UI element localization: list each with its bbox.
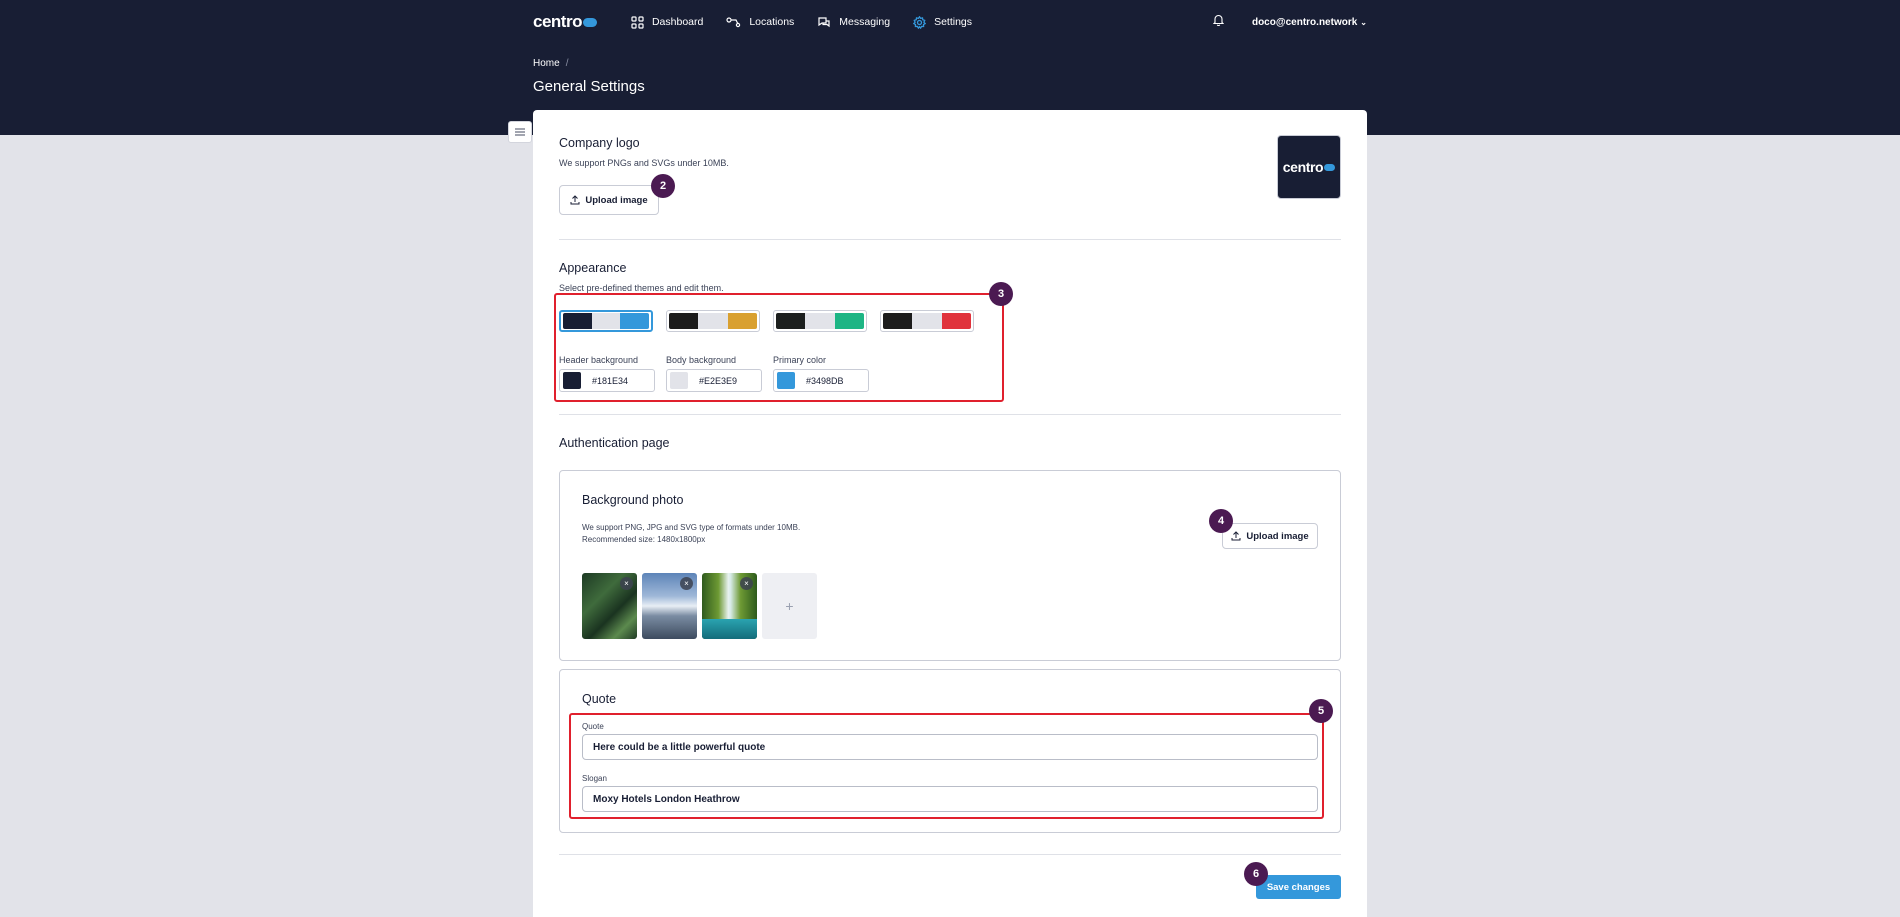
- theme-option-4[interactable]: [880, 310, 974, 332]
- logo-text: centro: [533, 12, 582, 31]
- color-chip[interactable]: [563, 372, 581, 389]
- remove-image-icon[interactable]: ×: [680, 577, 693, 590]
- nav-item-messaging[interactable]: Messaging: [817, 16, 890, 29]
- nav-label: Settings: [934, 16, 973, 28]
- nav-item-settings[interactable]: Settings: [913, 15, 973, 29]
- nav-right: doco@centro.network ⌄: [1212, 13, 1367, 31]
- theme-swatch: [620, 313, 650, 329]
- logo-pill-icon: [1324, 163, 1336, 171]
- annotation-badge: 5: [1309, 699, 1333, 723]
- theme-swatch: [834, 313, 864, 329]
- logo-pill-icon: [582, 17, 597, 27]
- color-chip[interactable]: [670, 372, 688, 389]
- dashboard-grid-icon: [631, 15, 644, 29]
- header-background-value: #181E34: [592, 375, 629, 386]
- background-photo-desc-line2: Recommended size: 1480x1800px: [582, 535, 706, 544]
- divider: [559, 239, 1341, 240]
- breadcrumb-separator: /: [565, 58, 569, 69]
- divider: [559, 854, 1341, 855]
- slogan-input[interactable]: Moxy Hotels London Heathrow: [582, 786, 1318, 812]
- breadcrumb-home[interactable]: Home: [533, 58, 560, 69]
- nav-label: Dashboard: [651, 16, 704, 28]
- theme-option-1[interactable]: [559, 310, 653, 332]
- top-nav: centro Dashboard Locations Messaging Set…: [533, 0, 1367, 44]
- company-logo-title: Company logo: [559, 136, 640, 150]
- breadcrumb: Home /: [533, 58, 568, 69]
- background-photo-desc-line1: We support PNG, JPG and SVG type of form…: [582, 523, 801, 532]
- theme-swatch: [698, 313, 728, 329]
- background-thumbnail-leaves[interactable]: ×: [582, 573, 637, 639]
- upload-background-label: Upload image: [1246, 530, 1309, 542]
- centro-logo[interactable]: centro: [533, 12, 597, 32]
- add-background-photo-button[interactable]: +: [762, 573, 817, 639]
- gear-icon: [913, 15, 927, 29]
- theme-swatch: [883, 313, 913, 329]
- appearance-description: Select pre-defined themes and edit them.: [559, 283, 724, 293]
- upload-logo-button[interactable]: Upload image: [559, 185, 659, 215]
- notifications-bell-icon[interactable]: [1212, 13, 1225, 31]
- background-photo-panel: Background photo We support PNG, JPG and…: [559, 470, 1341, 661]
- logo-preview-text: centro: [1282, 159, 1324, 175]
- remove-image-icon[interactable]: ×: [740, 577, 753, 590]
- remove-image-icon[interactable]: ×: [620, 577, 633, 590]
- chevron-down-icon: ⌄: [1360, 17, 1367, 27]
- nav-item-locations[interactable]: Locations: [726, 16, 794, 28]
- annotation-badge: 3: [989, 282, 1013, 306]
- divider: [559, 414, 1341, 415]
- primary-color-input[interactable]: #3498DB: [773, 369, 869, 392]
- plus-icon: +: [785, 598, 794, 614]
- company-logo-description: We support PNGs and SVGs under 10MB.: [559, 158, 729, 168]
- header-background-label: Header background: [559, 355, 639, 365]
- nav-label: Locations: [749, 16, 795, 28]
- upload-icon: [570, 195, 580, 205]
- quote-input[interactable]: Here could be a little powerful quote: [582, 734, 1318, 760]
- theme-swatch: [591, 313, 621, 329]
- messaging-icon: [818, 16, 830, 27]
- primary-color-label: Primary color: [773, 355, 827, 365]
- waterfall-pool: [702, 619, 757, 639]
- theme-option-3[interactable]: [773, 310, 867, 332]
- quote-panel: Quote Quote Here could be a little power…: [559, 669, 1341, 833]
- primary-color-value: #3498DB: [806, 375, 844, 386]
- theme-swatch: [805, 313, 835, 329]
- user-email: doco@centro.network: [1251, 16, 1358, 28]
- body-background-label: Body background: [666, 355, 737, 365]
- theme-swatch: [776, 313, 806, 329]
- authentication-page-title: Authentication page: [559, 436, 670, 450]
- theme-swatch: [941, 313, 971, 329]
- quote-field-label: Quote: [582, 722, 604, 731]
- save-changes-button[interactable]: Save changes: [1256, 875, 1341, 899]
- body-background-input[interactable]: #E2E3E9: [666, 369, 762, 392]
- annotation-badge: 6: [1244, 862, 1268, 886]
- locations-icon: [726, 17, 741, 28]
- background-photo-title: Background photo: [582, 493, 684, 507]
- header-background-input[interactable]: #181E34: [559, 369, 655, 392]
- theme-swatch: [727, 313, 757, 329]
- theme-option-2[interactable]: [666, 310, 760, 332]
- theme-swatch: [669, 313, 699, 329]
- upload-background-button[interactable]: Upload image: [1222, 523, 1318, 549]
- quote-panel-title: Quote: [582, 692, 617, 706]
- settings-card: Company logo We support PNGs and SVGs un…: [533, 110, 1367, 917]
- upload-logo-label: Upload image: [585, 194, 648, 206]
- nav-label: Messaging: [839, 16, 891, 28]
- company-logo-preview: centro: [1277, 135, 1341, 199]
- background-thumbnail-mountain[interactable]: ×: [642, 573, 697, 639]
- sidebar-toggle-button[interactable]: [508, 121, 532, 143]
- theme-swatch: [912, 313, 942, 329]
- body-background-value: #E2E3E9: [699, 375, 738, 386]
- background-thumbnail-waterfall[interactable]: ×: [702, 573, 757, 639]
- annotation-badge: 2: [651, 174, 675, 198]
- theme-swatch: [563, 313, 592, 329]
- appearance-title: Appearance: [559, 261, 627, 275]
- slogan-field-label: Slogan: [582, 774, 607, 783]
- hamburger-menu-icon: [515, 128, 525, 136]
- color-chip[interactable]: [777, 372, 795, 389]
- annotation-badge: 4: [1209, 509, 1233, 533]
- nav-item-dashboard[interactable]: Dashboard: [631, 15, 704, 29]
- upload-icon: [1231, 531, 1241, 541]
- user-menu[interactable]: doco@centro.network ⌄: [1252, 17, 1367, 28]
- page-title: General Settings: [533, 78, 645, 95]
